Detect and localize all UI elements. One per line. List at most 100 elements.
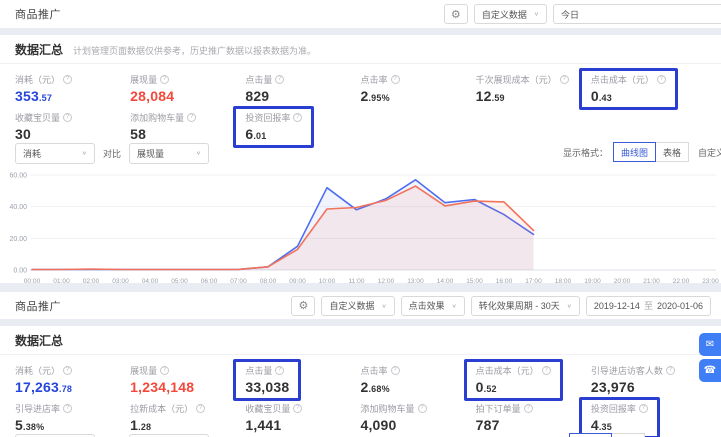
info-icon[interactable]: ? [293,113,302,122]
svg-text:22:00: 22:00 [673,278,690,283]
click-effect-value: 点击效果 [409,299,445,312]
metric-value: 4,090 [360,417,426,433]
metric-label: 添加购物车量? [360,402,426,415]
metric-label: 点击成本（元）? [591,73,666,86]
metric-cell: 展现量?1,234,148 [130,356,245,393]
info-icon[interactable]: ? [418,404,427,413]
metric-label: 收藏宝贝量? [15,111,72,124]
metric-cell: 消耗（元）?17,263.78 [15,356,130,393]
svg-text:0.00: 0.00 [13,268,27,275]
info-icon[interactable]: ? [63,113,72,122]
click-effect-select[interactable]: 点击效果 ∨ [401,296,465,316]
metric-cell: 添加购物车量?58 [130,103,245,140]
svg-text:04:00: 04:00 [142,278,159,283]
floating-side-widget: ✉ ☎ [699,333,721,385]
chevron-down-icon: ∨ [196,150,201,156]
info-icon[interactable]: ? [63,75,72,84]
info-icon[interactable]: ? [160,75,169,84]
metrics-row: 引导进店率?5.38%拉新成本（元）?1.28收藏宝贝量?1,441添加购物车量… [0,393,721,431]
panel1-summary-card: 数据汇总 计划管理页面数据仅供参考，历史推广数据以报表数据为准。 消耗（元）?3… [0,35,721,283]
summary-title: 数据汇总 [15,41,63,58]
metric-cell: 展现量?28,084 [130,65,245,102]
compare-metric-select[interactable]: 展现量 ∨ [129,434,209,437]
metric-cell: 千次展现成本（元）?12.59 [476,65,591,102]
svg-text:16:00: 16:00 [496,278,513,283]
info-icon[interactable]: ? [63,404,72,413]
metric-value: 33,038 [245,379,289,395]
custom-data-select[interactable]: 自定义数据 ∨ [474,4,547,24]
conversion-period-select[interactable]: 转化效果周期 - 30天 ∨ [471,296,580,316]
compare-select-value: 展现量 [137,147,164,160]
date-picker[interactable]: 今日 [553,4,721,24]
date-range-start: 2019-12-14 [594,301,640,311]
svg-text:40.00: 40.00 [9,204,27,211]
chevron-down-icon: ∨ [567,303,572,309]
info-icon[interactable]: ? [160,366,169,375]
custom-data-select[interactable]: 自定义数据 ∨ [321,296,394,316]
custom-data-label: 自定义数据 [329,299,374,312]
metric-cell: 点击量?829 [245,65,360,102]
info-icon[interactable]: ? [391,75,400,84]
info-icon[interactable]: ? [657,75,666,84]
compare-metric-select[interactable]: 展现量 ∨ [129,143,209,164]
chart-controls: 消耗 ∨ 对比 展现量 ∨ 显示格式： 曲线图 表格 自定义指标 ? [0,432,721,437]
info-icon[interactable]: ? [524,404,533,413]
chevron-down-icon: ∨ [534,11,539,17]
svg-text:21:00: 21:00 [643,278,660,283]
metric-cell: 收藏宝贝量?30 [15,103,130,140]
metric-cell: 消耗（元）?353.57 [15,65,130,102]
info-icon[interactable]: ? [391,366,400,375]
format-curve-button[interactable]: 曲线图 [569,433,612,437]
info-icon[interactable]: ? [639,404,648,413]
custom-indicator-link[interactable]: 自定义指标 ? [698,146,721,159]
metric-label: 拉新成本（元）? [130,402,205,415]
highlight-box: 点击成本（元）? 0.43 [579,68,678,110]
metric-value: 5.38% [15,417,72,433]
format-curve-button[interactable]: 曲线图 [613,142,656,162]
metric-value: 28,084 [130,88,174,104]
format-table-button[interactable]: 表格 [611,433,645,437]
metric-value: 353.57 [15,88,72,104]
message-button[interactable]: ✉ [699,333,721,356]
metric-label: 投资回报率? [591,402,648,415]
info-icon[interactable]: ? [196,404,205,413]
info-icon[interactable]: ? [187,113,196,122]
info-icon[interactable]: ? [275,75,284,84]
settings-button[interactable]: ⚙ [444,4,468,24]
info-icon[interactable]: ? [560,75,569,84]
info-icon[interactable]: ? [63,366,72,375]
summary-title: 数据汇总 [15,332,63,349]
chevron-down-icon: ∨ [381,303,386,309]
metric-value: 0.52 [476,379,551,395]
svg-text:08:00: 08:00 [260,278,277,283]
metric-label: 点击率? [360,364,399,377]
metric-select[interactable]: 消耗 ∨ [15,143,95,164]
metric-cell: 点击量? 33,038 [245,356,360,393]
svg-text:05:00: 05:00 [171,278,188,283]
gear-icon: ⚙ [299,299,309,312]
metric-value: 6.01 [245,126,302,142]
info-icon[interactable]: ? [666,366,675,375]
summary-header: 数据汇总 计划管理页面数据仅供参考，历史推广数据以报表数据为准。 [0,35,721,64]
service-button[interactable]: ☎ [699,359,721,382]
metric-label: 展现量? [130,364,194,377]
info-icon[interactable]: ? [542,366,551,375]
metric-select[interactable]: 消耗 ∨ [15,434,95,437]
date-range-picker[interactable]: 2019-12-14 至 2020-01-06 [586,296,711,316]
format-table-button[interactable]: 表格 [655,142,689,162]
svg-text:01:00: 01:00 [53,278,70,283]
service-icon: ☎ [704,365,716,376]
info-icon[interactable]: ? [275,366,284,375]
display-format-label: 显示格式： [563,146,608,159]
settings-button[interactable]: ⚙ [291,296,315,316]
metric-value: 23,976 [591,379,675,395]
info-icon[interactable]: ? [293,404,302,413]
svg-text:00:00: 00:00 [24,278,41,283]
svg-text:06:00: 06:00 [201,278,218,283]
display-format-group: 显示格式： 曲线图 表格 自定义指标 ? [563,142,721,162]
metric-value: 1,441 [245,417,302,433]
metric-value: 1.28 [130,417,205,433]
metric-label: 点击量? [245,364,289,377]
metric-value: 0.43 [591,88,666,104]
panel1-toolbar: ⚙ 自定义数据 ∨ 今日 [444,4,721,24]
